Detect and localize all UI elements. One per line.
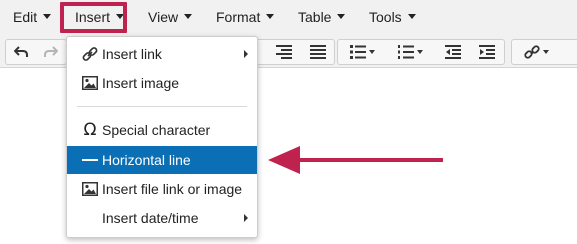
annotation-arrow-icon [268, 146, 443, 174]
